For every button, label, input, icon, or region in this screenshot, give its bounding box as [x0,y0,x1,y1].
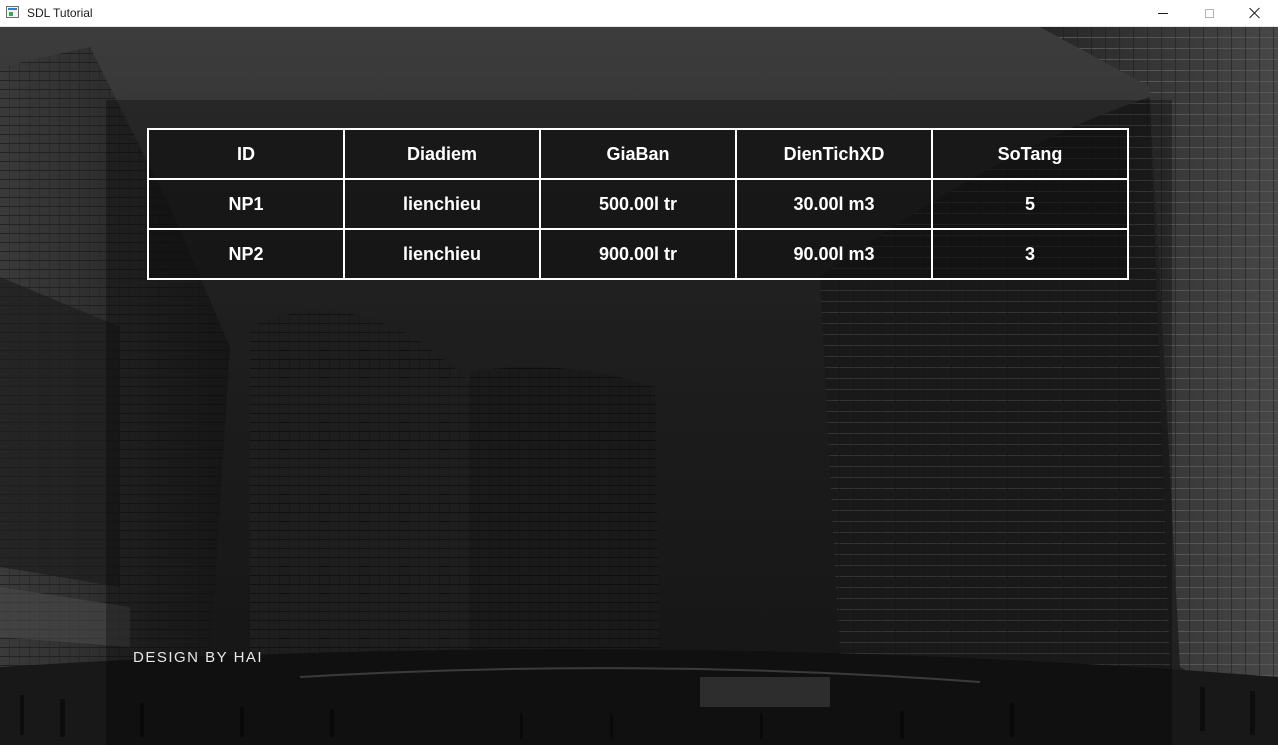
title-bar[interactable]: SDL Tutorial [0,0,1278,27]
cell-giaban: 500.00l tr [539,178,737,230]
cell-id: NP1 [147,178,345,230]
cell-diadiem: lienchieu [343,228,541,280]
header-cell-diadiem: Diadiem [343,128,541,180]
header-cell-id: ID [147,128,345,180]
header-cell-sotang: SoTang [931,128,1129,180]
sdl-window: SDL Tutorial ID Diadiem GiaBan DienTichX… [0,0,1278,745]
cell-dientichxd: 30.00l m3 [735,178,933,230]
table-row: NP2 lienchieu 900.00l tr 90.00l m3 3 [147,228,1129,280]
property-table: ID Diadiem GiaBan DienTichXD SoTang NP1 … [147,128,1129,280]
maximize-icon [1204,8,1214,18]
cell-giaban: 900.00l tr [539,228,737,280]
render-canvas: ID Diadiem GiaBan DienTichXD SoTang NP1 … [0,27,1278,745]
cell-dientichxd: 90.00l m3 [735,228,933,280]
cell-diadiem: lienchieu [343,178,541,230]
minimize-icon [1158,12,1168,14]
minimize-button[interactable] [1140,0,1186,26]
app-window-icon [6,6,19,18]
design-credit: DESIGN BY HAI [133,649,264,666]
maximize-button[interactable] [1186,0,1232,26]
header-cell-giaban: GiaBan [539,128,737,180]
close-button[interactable] [1232,0,1278,26]
cell-id: NP2 [147,228,345,280]
cell-sotang: 5 [931,178,1129,230]
table-row: NP1 lienchieu 500.00l tr 30.00l m3 5 [147,178,1129,230]
close-icon [1249,7,1261,19]
window-title: SDL Tutorial [27,6,93,20]
cell-sotang: 3 [931,228,1129,280]
table-header-row: ID Diadiem GiaBan DienTichXD SoTang [147,128,1129,180]
header-cell-dientichxd: DienTichXD [735,128,933,180]
